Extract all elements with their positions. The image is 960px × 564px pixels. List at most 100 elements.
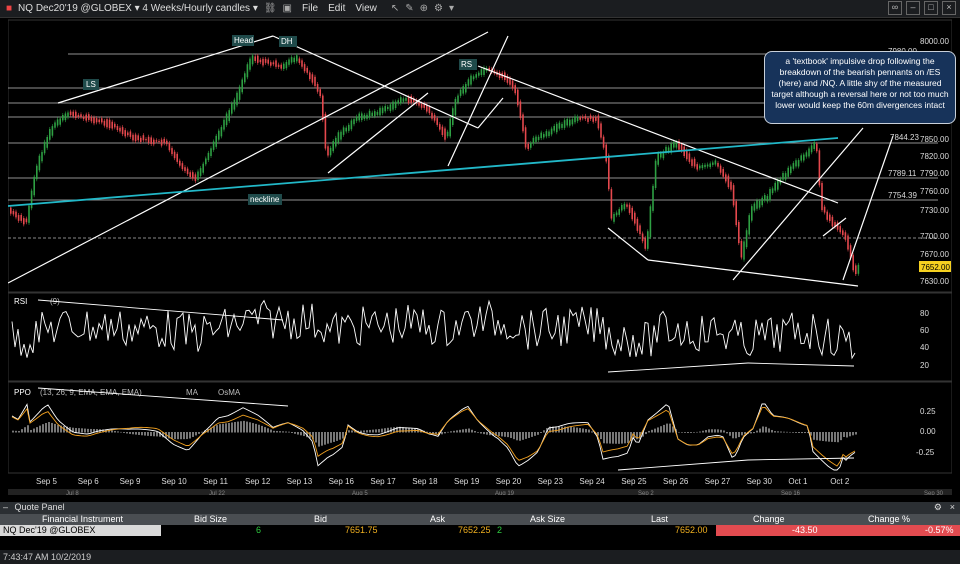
osma-bar [33,428,35,433]
candle-body [311,74,314,83]
toolbar-icon[interactable]: ▣ [283,3,292,14]
osma-bar [813,432,815,440]
link-window-icon[interactable]: ∞ [888,1,902,15]
candle-body [309,72,311,80]
candle-body [582,116,584,119]
candle-body [316,83,319,92]
cell-instrument[interactable]: NQ Dec'19 @GLOBEX [0,525,161,536]
candle-body [470,75,472,85]
osma-bar [477,432,479,433]
date-tick: Sep 9 [120,477,141,486]
maximize-icon[interactable]: □ [924,1,938,15]
dropdown-icon[interactable]: ▾ [449,3,454,14]
osma-bar [606,432,608,444]
candle-body [119,127,121,132]
candle-body [329,147,332,156]
osma-bar [585,429,587,433]
candle-body [116,126,119,131]
candle-body [706,164,709,167]
candle-body [101,118,103,123]
app-icon: ■ [6,3,13,14]
osma-bar [732,432,734,439]
level-label: 7789.11 [888,169,917,178]
candle-body [810,145,813,153]
candle-body [270,62,272,66]
candle-body [275,60,277,67]
link-icon[interactable]: ⛓ [264,3,277,14]
zoom-icon[interactable]: ⊕ [420,3,428,14]
osma-bar [468,428,470,433]
osma-bar [36,427,38,433]
candle-body [771,188,774,194]
candle-body [623,203,626,210]
osma-bar [681,432,683,433]
osma-bar [612,432,614,444]
candle-body [376,111,379,115]
col-ask-size[interactable]: Ask Size [530,514,565,525]
osma-bar [318,432,320,447]
osma-bar [741,432,743,436]
settings-icon[interactable]: ⚙ [434,3,443,14]
date-tick: Sep 20 [496,477,522,486]
col-last[interactable]: Last [651,514,668,525]
osma-bar [504,432,506,437]
menu-view[interactable]: View [355,3,377,14]
col-instrument[interactable]: Financial Instrument [42,514,123,525]
title-bar: ■ NQ Dec20'19 @GLOBEX ▾ 4 Weeks/Hourly c… [0,0,960,18]
minimize-icon[interactable]: – [906,1,920,15]
candle-body [519,101,522,119]
candle-body [813,141,815,150]
col-ask[interactable]: Ask [430,514,445,525]
osma-bar [378,429,380,433]
candle-body [12,210,15,215]
osma-bar [627,432,629,444]
quote-row[interactable]: NQ Dec'19 @GLOBEX 6 7651.75 7652.25 2 76… [0,525,960,536]
osma-bar [129,432,131,434]
candle-body [327,146,329,156]
osma-bar [252,423,254,433]
candle-body [173,151,176,159]
close-icon[interactable]: × [942,1,956,15]
menu-file[interactable]: File [302,3,318,14]
candle-body [145,139,147,141]
candle-body [374,111,376,117]
osma-bar [843,432,845,437]
osma-bar [480,432,482,434]
price-tick: 7670.00 [920,250,949,259]
candle-body [90,116,93,122]
candle-body [25,218,28,223]
osma-bar [507,432,509,438]
candle-body [59,118,61,125]
col-bid[interactable]: Bid [314,514,327,525]
candle-body [446,131,449,137]
col-change[interactable]: Change [753,514,785,525]
collapse-icon[interactable]: – [3,502,8,512]
col-bid-size[interactable]: Bid Size [194,514,227,525]
candle-body [805,152,808,157]
cursor-icon[interactable]: ↖ [391,3,399,14]
candle-body [657,153,659,165]
osma-bar [192,432,194,437]
candle-body [80,114,82,118]
candle-body [548,131,550,137]
candle-body [283,63,285,69]
close-icon[interactable]: × [950,502,955,512]
candle-body [816,143,818,152]
quote-panel-title: Quote Panel [14,502,65,512]
candle-body [628,204,631,213]
col-change-pct[interactable]: Change % [868,514,910,525]
cell-last: 7652.00 [675,525,708,535]
window-title[interactable]: NQ Dec20'19 @GLOBEX ▾ 4 Weeks/Hourly can… [18,3,258,14]
osma-bar [234,422,236,433]
menu-edit[interactable]: Edit [328,3,345,14]
candle-body [631,207,633,220]
osma-bar [267,428,269,433]
svg-text:-0.25: -0.25 [916,448,935,457]
draw-icon[interactable]: ✎ [405,3,413,14]
osma-bar [756,430,758,433]
candle-body [158,141,160,143]
settings-icon[interactable]: ⚙ [934,502,942,513]
candle-body [540,132,542,139]
osma-bar [285,431,287,433]
candle-body [740,240,743,258]
